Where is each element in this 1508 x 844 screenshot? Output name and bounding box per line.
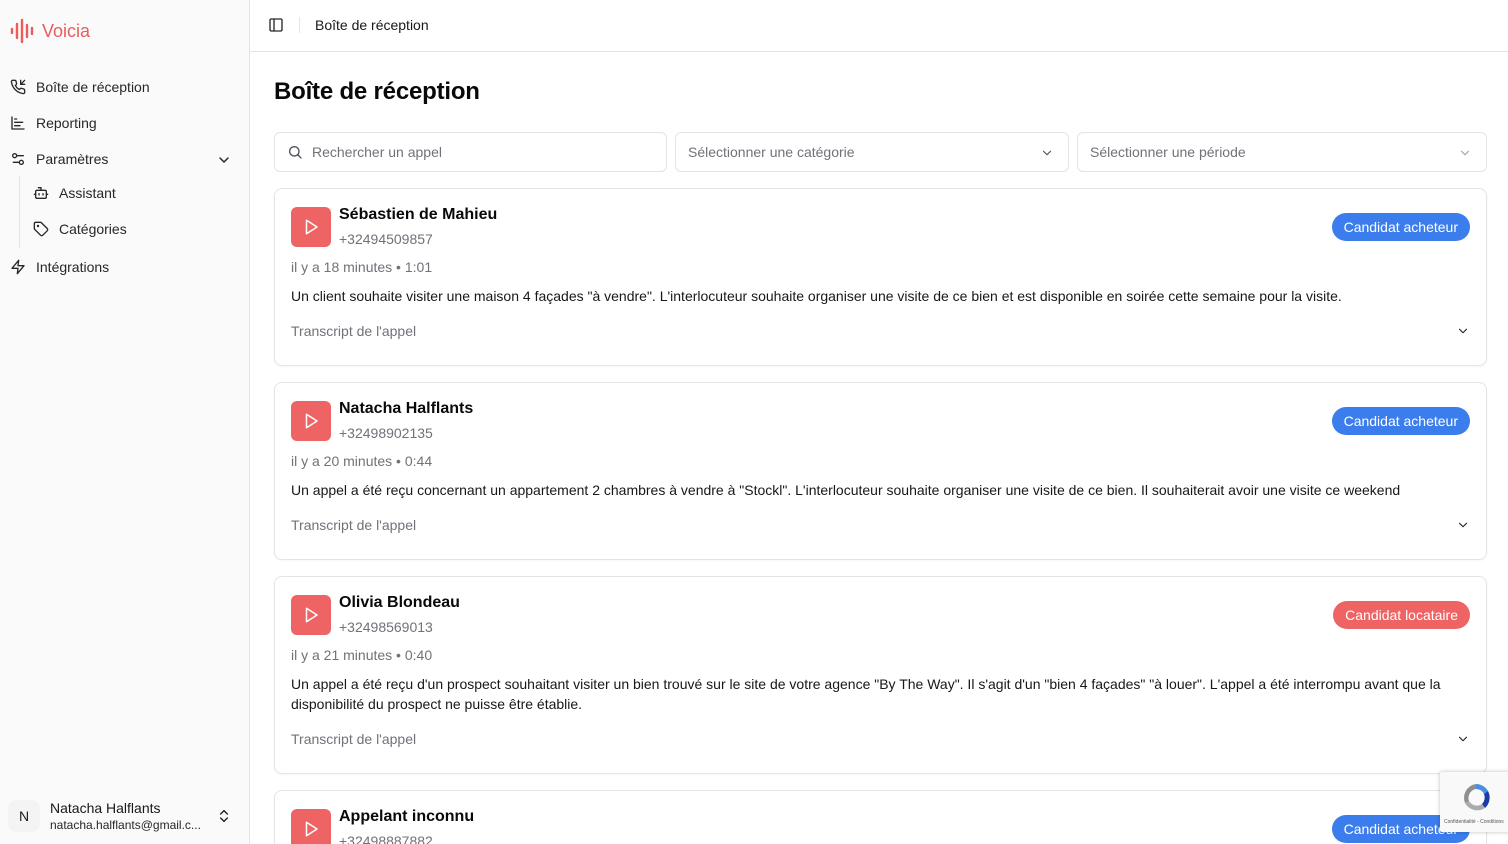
call-duration: 0:44 (404, 453, 433, 469)
user-info: Natacha Halflants natacha.halflants@gmai… (50, 800, 210, 832)
caller-phone: +32498887882 (339, 833, 433, 844)
recaptcha-links[interactable]: Confidentialité - Conditions (1444, 819, 1504, 825)
category-badge: Candidat locataire (1333, 601, 1470, 629)
caller-name: Appelant inconnu (339, 808, 475, 825)
chevron-down-icon[interactable] (1456, 732, 1470, 746)
caller-name: Olivia Blondeau (339, 594, 460, 611)
recaptcha-badge[interactable]: Confidentialité - Conditions (1440, 772, 1508, 832)
chevron-down-icon[interactable] (1456, 518, 1470, 532)
chevrons-up-down-icon (219, 809, 229, 823)
period-select[interactable]: Sélectionner une période (1077, 132, 1487, 172)
sidebar-item-label: Assistant (59, 185, 116, 201)
search-icon (289, 146, 302, 159)
caller-name: Natacha Halflants (339, 400, 474, 417)
call-time: il y a 20 minutes (291, 453, 393, 469)
play-button[interactable] (291, 401, 331, 441)
transcript-toggle[interactable]: Transcript de l'appel (291, 323, 416, 339)
submenu-divider (19, 176, 20, 248)
sidebar-item-reporting[interactable]: Reporting (8, 108, 242, 138)
call-summary: Un client souhaite visiter une maison 4 … (291, 288, 1342, 304)
logo[interactable]: Voicia (10, 18, 90, 44)
call-card: Olivia Blondeau +32498569013 Candidat lo… (274, 576, 1487, 774)
call-meta: il y a 20 minutes • 0:44 (291, 453, 433, 469)
sidebar-item-label: Paramètres (36, 151, 109, 167)
call-meta: il y a 21 minutes • 0:40 (291, 647, 433, 663)
sidebar-item-integrations[interactable]: Intégrations (8, 252, 242, 282)
sidebar-item-settings[interactable]: Paramètres (8, 144, 242, 174)
chevron-down-icon (1460, 150, 1470, 156)
search-field[interactable] (274, 132, 667, 172)
search-input[interactable] (312, 144, 642, 160)
tag-icon (33, 221, 49, 237)
chevron-down-icon[interactable] (1456, 324, 1470, 338)
caller-name: Sébastien de Mahieu (339, 206, 498, 223)
sidebar-item-label: Catégories (59, 221, 127, 237)
settings-sliders-icon (12, 153, 24, 165)
call-card: Natacha Halflants +32498902135 Candidat … (274, 382, 1487, 560)
page-title: Boîte de réception (274, 78, 480, 105)
user-email: natacha.halflants@gmail.c... (50, 818, 201, 832)
call-duration: 0:40 (404, 647, 433, 663)
caller-phone: +32498902135 (339, 425, 433, 441)
category-select-placeholder: Sélectionner une catégorie (688, 144, 855, 160)
top-bar: Boîte de réception (250, 0, 1508, 52)
user-name: Natacha Halflants (50, 800, 161, 816)
sidebar-item-assistant[interactable]: Assistant (33, 178, 233, 208)
period-select-placeholder: Sélectionner une période (1090, 144, 1246, 160)
caller-phone: +32494509857 (339, 231, 433, 247)
header-divider (299, 17, 300, 33)
call-summary: Un appel a été reçu d'un prospect souhai… (291, 676, 1441, 712)
transcript-toggle[interactable]: Transcript de l'appel (291, 517, 416, 533)
transcript-toggle[interactable]: Transcript de l'appel (291, 731, 416, 747)
caller-phone: +32498569013 (339, 619, 433, 635)
call-meta: il y a 18 minutes • 1:01 (291, 259, 433, 275)
app-name: Voicia (42, 20, 91, 41)
bar-chart-icon (11, 116, 25, 130)
call-time: il y a 21 minutes (291, 647, 393, 663)
play-button[interactable] (291, 595, 331, 635)
bot-icon (33, 187, 49, 199)
sidebar-item-label: Boîte de réception (36, 79, 150, 95)
play-icon (305, 219, 318, 235)
category-badge: Candidat acheteur (1331, 407, 1470, 435)
sidebar-item-categories[interactable]: Catégories (33, 214, 233, 244)
sidebar-item-label: Reporting (36, 115, 97, 131)
sidebar-item-label: Intégrations (36, 259, 110, 275)
call-time: il y a 18 minutes (291, 259, 393, 275)
play-icon (305, 413, 318, 429)
call-card: Appelant inconnu +32498887882 Candidat a… (274, 790, 1487, 844)
recaptcha-icon (1464, 784, 1490, 811)
category-select[interactable]: Sélectionner une catégorie (675, 132, 1069, 172)
sidebar: Voicia Boîte de réception Reporting Para… (0, 0, 250, 844)
chevron-down-icon[interactable] (216, 152, 232, 168)
play-icon (305, 821, 318, 837)
avatar: N (8, 800, 40, 832)
user-menu[interactable]: N Natacha Halflants natacha.halflants@gm… (8, 794, 242, 838)
sidebar-item-inbox[interactable]: Boîte de réception (8, 72, 242, 102)
voice-wave-icon (10, 18, 34, 44)
play-button[interactable] (291, 207, 331, 247)
phone-incoming-icon (10, 79, 26, 95)
breadcrumb: Boîte de réception (315, 17, 429, 33)
call-duration: 1:01 (404, 259, 433, 275)
sidebar-toggle-icon[interactable] (268, 17, 284, 33)
chevron-down-icon (1042, 150, 1052, 156)
call-summary: Un appel a été reçu concernant un appart… (291, 482, 1401, 498)
play-button[interactable] (291, 809, 331, 844)
lightning-icon (11, 259, 25, 275)
call-card: Sébastien de Mahieu +32494509857 Candida… (274, 188, 1487, 366)
category-badge: Candidat acheteur (1331, 213, 1470, 241)
play-icon (305, 607, 318, 623)
